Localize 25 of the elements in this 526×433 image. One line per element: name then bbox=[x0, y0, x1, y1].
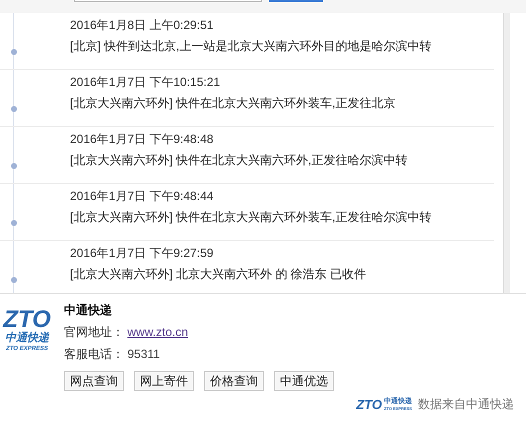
service-button[interactable]: 中通优选 bbox=[274, 371, 334, 391]
timeline-dot bbox=[11, 220, 17, 226]
event-description: [北京大兴南六环外] 北京大兴南六环外 的 徐浩东 已收件 bbox=[70, 266, 368, 283]
event-time: 2016年1月7日 下午9:27:59 bbox=[70, 245, 214, 262]
event-time: 2016年1月7日 下午10:15:21 bbox=[70, 74, 222, 91]
timeline-dot bbox=[11, 163, 17, 169]
service-button[interactable]: 价格查询 bbox=[204, 371, 264, 391]
event-description: [北京] 快件到达北京,上一站是北京大兴南六环外目的地是哈尔滨中转 bbox=[70, 38, 432, 55]
timeline-dot bbox=[11, 277, 17, 283]
website-label: 官网地址： bbox=[64, 325, 124, 339]
event-time: 2016年1月8日 上午0:29:51 bbox=[70, 17, 214, 34]
service-button[interactable]: 网点查询 bbox=[64, 371, 124, 391]
event-description: [北京大兴南六环外] 快件在北京大兴南六环外装车,正发往哈尔滨中转 bbox=[70, 209, 432, 226]
source-note: 数据来自中通快递 bbox=[418, 396, 514, 413]
website-link[interactable]: www.zto.cn bbox=[127, 325, 188, 339]
timeline-dot bbox=[11, 49, 17, 55]
phone-number: 95311 bbox=[127, 347, 160, 361]
event-time: 2016年1月7日 下午9:48:44 bbox=[70, 188, 214, 205]
timeline-dot bbox=[11, 106, 17, 112]
event-time: 2016年1月7日 下午9:48:48 bbox=[70, 131, 214, 148]
company-name: 中通快递 bbox=[64, 302, 113, 319]
event-description: [北京大兴南六环外] 快件在北京大兴南六环外,正发往哈尔滨中转 bbox=[70, 152, 408, 169]
event-description: [北京大兴南六环外] 快件在北京大兴南六环外装车,正发往北京 bbox=[70, 95, 396, 112]
phone-label: 客服电话： bbox=[64, 347, 124, 361]
service-button[interactable]: 网上寄件 bbox=[134, 371, 194, 391]
